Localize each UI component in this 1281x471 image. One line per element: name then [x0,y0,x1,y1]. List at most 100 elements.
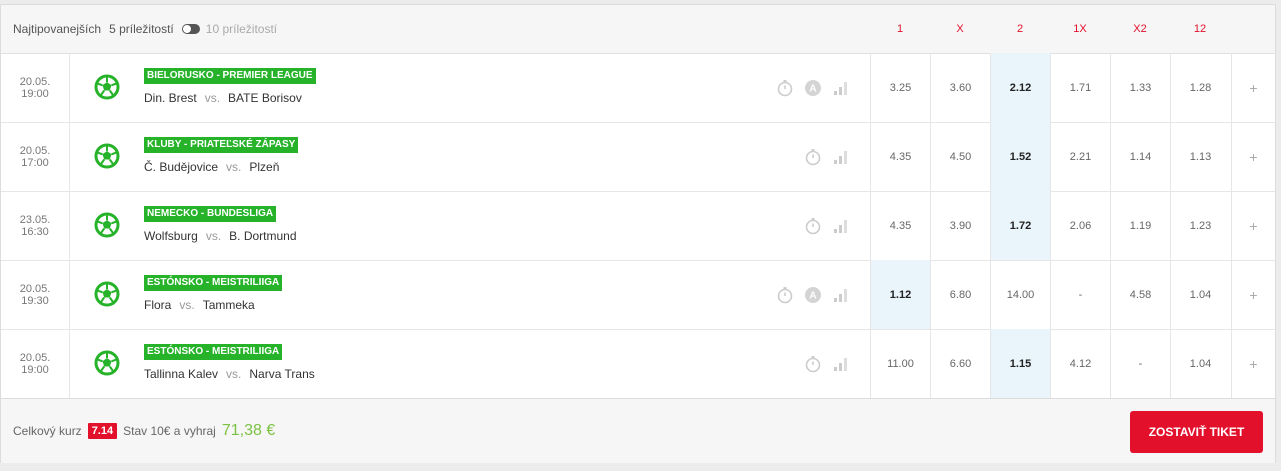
odd-cell[interactable]: 3.60 [930,53,990,122]
more-bets-button[interactable]: + [1231,122,1275,191]
odd-cell[interactable]: 1.14 [1110,122,1170,191]
odd-cell[interactable]: 2.06 [1050,191,1110,260]
column-header: 12 [1193,23,1207,35]
match-row[interactable]: 20.05. 19:00 BIELORUSKO - PREMIER LEAGUE Di… [1,53,1275,123]
home-team: Č. Budějovice [144,160,219,174]
league-badge: KLUBY - PRIATEĽSKÉ ZÁPASY [144,137,299,153]
odd-cell[interactable]: 4.50 [930,122,990,191]
odd-cell[interactable]: 14.00 [990,260,1050,329]
odd-cell[interactable]: 1.15 [990,329,1050,398]
odd-cell[interactable]: 4.35 [870,122,930,191]
match-date: 20.05. [19,75,51,88]
odd-cell[interactable]: - [1050,260,1110,329]
match-row[interactable]: 20.05. 19:00 ESTÓNSKO - MEISTRILIIGA Tallin… [1,329,1275,399]
match-teams[interactable]: Din. Brest vs. BATE Borisov [144,91,302,105]
match-teams[interactable]: Tallinna Kalev vs. Narva Trans [144,367,315,381]
vs-label: vs. [226,367,242,381]
odd-cell[interactable]: 3.90 [930,191,990,260]
match-teams[interactable]: Č. Budějovice vs. Plzeň [144,160,279,174]
ticket-footer: Celkový kurz 7.14 Stav 10€ a vyhraj 71,3… [1,398,1275,463]
match-teams[interactable]: Flora vs. Tammeka [144,298,255,312]
odd-cell[interactable]: 3.25 [870,53,930,122]
more-bets-button[interactable]: + [1231,329,1275,398]
option-5-label[interactable]: 5 príležitostí [109,22,174,36]
column-header: X [956,23,964,35]
odd-cell[interactable]: 2.12 [990,53,1050,122]
total-odds-label: Celkový kurz [13,424,82,438]
analysis-a-icon[interactable]: A [804,79,822,97]
stake-text: Stav 10€ a vyhraj [123,424,216,438]
odd-cell[interactable]: 4.12 [1050,329,1110,398]
match-teams[interactable]: Wolfsburg vs. B. Dortmund [144,229,297,243]
away-team: BATE Borisov [228,91,302,105]
odd-cell[interactable]: 1.19 [1110,191,1170,260]
home-team: Tallinna Kalev [144,367,219,381]
away-team: Tammeka [202,298,255,312]
stopwatch-icon [804,355,822,373]
total-odds-badge: 7.14 [87,423,118,439]
odd-cell[interactable]: 1.52 [990,122,1050,191]
column-header: X2 [1133,23,1147,35]
stats-bars-icon[interactable] [832,79,850,97]
vs-label: vs. [204,91,221,105]
stats-bars-icon[interactable] [832,217,850,235]
match-datetime: 20.05. 17:00 [1,122,70,191]
odd-cell[interactable]: 1.04 [1170,260,1230,329]
odd-cell[interactable]: 1.72 [990,191,1050,260]
panel-title: Najtipovanejších [13,22,102,36]
vs-label: vs. [226,160,242,174]
analysis-a-icon[interactable]: A [804,286,822,304]
match-datetime: 20.05. 19:30 [1,260,70,329]
odd-cell[interactable]: - [1110,329,1170,398]
panel-header: Najtipovanejších 5 príležitostí 10 príle… [1,5,1275,54]
league-badge: ESTÓNSKO - MEISTRILIIGA [144,275,283,291]
match-date: 20.05. [19,351,51,364]
stats-bars-icon[interactable] [832,355,850,373]
odd-cell[interactable]: 1.23 [1170,191,1230,260]
stopwatch-icon [776,286,794,304]
tips-panel: Najtipovanejších 5 príležitostí 10 príle… [0,4,1276,463]
football-icon [94,143,120,169]
match-row[interactable]: 23.05. 16:30 NEMECKO - BUNDESLIGA Wolfsburg… [1,191,1275,261]
home-team: Flora [144,298,172,312]
odd-cell[interactable]: 1.33 [1110,53,1170,122]
stopwatch-icon [804,217,822,235]
match-date: 23.05. [19,213,51,226]
match-time: 17:00 [21,156,49,169]
match-date: 20.05. [19,282,51,295]
odd-cell[interactable]: 1.13 [1170,122,1230,191]
match-row[interactable]: 20.05. 17:00 KLUBY - PRIATEĽSKÉ ZÁPASY Č. B… [1,122,1275,192]
football-icon [94,74,120,100]
more-bets-button[interactable]: + [1231,53,1275,122]
home-team: Din. Brest [144,91,197,105]
stats-bars-icon[interactable] [832,286,850,304]
match-time: 19:30 [21,294,49,307]
column-header: 2 [1016,23,1024,35]
home-team: Wolfsburg [144,229,198,243]
svg-text:A: A [809,84,816,95]
stopwatch-icon [776,79,794,97]
match-time: 19:00 [21,363,49,376]
match-row[interactable]: 20.05. 19:30 ESTÓNSKO - MEISTRILIIGA Flora v… [1,260,1275,330]
odd-cell[interactable]: 11.00 [870,329,930,398]
build-ticket-button[interactable]: ZOSTAVIŤ TIKET [1130,411,1263,453]
odd-cell[interactable]: 4.58 [1110,260,1170,329]
odd-cell[interactable]: 6.60 [930,329,990,398]
odd-cell[interactable]: 2.21 [1050,122,1110,191]
opportunities-toggle[interactable] [181,24,200,34]
stats-bars-icon[interactable] [832,148,850,166]
more-bets-button[interactable]: + [1231,260,1275,329]
win-amount: 71,38 € [221,422,276,439]
match-time: 16:30 [21,225,49,238]
match-time: 19:00 [21,87,49,100]
odd-cell[interactable]: 4.35 [870,191,930,260]
odd-cell[interactable]: 1.12 [870,260,930,329]
odd-cell[interactable]: 1.04 [1170,329,1230,398]
vs-label: vs. [205,229,222,243]
option-10-label[interactable]: 10 príležitostí [206,22,277,36]
odd-cell[interactable]: 1.71 [1050,53,1110,122]
odd-cell[interactable]: 1.28 [1170,53,1230,122]
odd-cell[interactable]: 6.80 [930,260,990,329]
more-bets-button[interactable]: + [1231,191,1275,260]
svg-text:A: A [809,291,816,302]
